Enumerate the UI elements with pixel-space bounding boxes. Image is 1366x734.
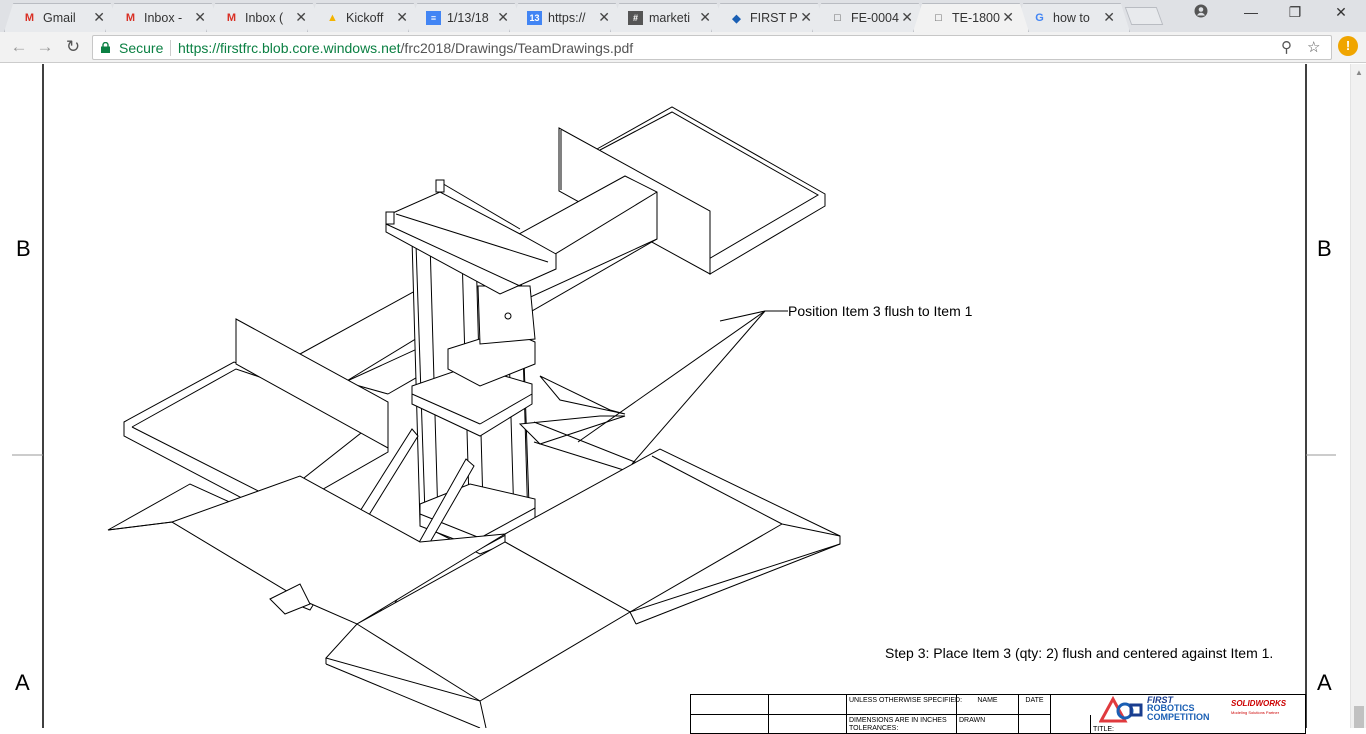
tb-date-header: DATE: [1019, 695, 1051, 715]
assembly-drawing: [12, 64, 1336, 728]
lock-icon: [101, 42, 110, 53]
divider: [170, 40, 171, 56]
browser-tab[interactable]: ▲ Kickoff ✕: [307, 3, 423, 32]
zone-label-a-left: A: [15, 670, 30, 695]
solidworks-tagline: Modeling Solutions Partner: [1231, 710, 1280, 715]
solidworks-logo: SOLIDWORKS: [1231, 699, 1287, 708]
document-icon: □: [834, 12, 841, 24]
pdf-viewport[interactable]: B B A A Position Item 3 flush to Item 1 …: [0, 64, 1366, 734]
zone-label-a-right: A: [1317, 670, 1332, 695]
browser-tab[interactable]: ◆ FIRST P ✕: [711, 3, 827, 32]
tb-dims-text: DIMENSIONS ARE IN INCHES: [849, 717, 947, 724]
close-tab-icon[interactable]: ✕: [93, 9, 105, 26]
tab-title: Kickoff: [346, 11, 384, 25]
first-robotics-logo: FIRST ROBOTICS COMPETITION: [1098, 695, 1229, 725]
scrollbar-thumb[interactable]: [1354, 706, 1364, 728]
close-tab-icon[interactable]: ✕: [1002, 9, 1014, 26]
tab-title: 1/13/18: [447, 11, 489, 25]
close-tab-icon[interactable]: ✕: [194, 9, 206, 26]
vertical-scrollbar[interactable]: ▲: [1350, 64, 1366, 728]
step-note: Step 3: Place Item 3 (qty: 2) flush and …: [885, 645, 1274, 661]
tb-cell-blank: [1051, 715, 1091, 733]
browser-tab[interactable]: □ TE-1800 ✕: [913, 3, 1029, 32]
tb-drawn: DRAWN: [957, 715, 1019, 733]
tab-title: how to: [1053, 11, 1090, 25]
chrome-alert-icon[interactable]: !: [1338, 36, 1358, 56]
browser-tab[interactable]: ≡ 1/13/18 ✕: [408, 3, 524, 32]
browser-tab[interactable]: M Inbox - ✕: [105, 3, 221, 32]
tb-unless: UNLESS OTHERWISE SPECIFIED:: [847, 695, 962, 715]
tab-title: Gmail: [43, 11, 76, 25]
google-icon: G: [1035, 12, 1044, 24]
tab-title: Inbox -: [144, 11, 183, 25]
close-window-button[interactable]: ✕: [1326, 4, 1356, 21]
gmail-icon: M: [125, 12, 136, 24]
close-tab-icon[interactable]: ✕: [1103, 9, 1115, 26]
url-text[interactable]: https://firstfrc.blob.core.windows.net/f…: [178, 40, 633, 56]
close-tab-icon[interactable]: ✕: [497, 9, 509, 26]
tb-tolerances: TOLERANCES:: [849, 725, 899, 732]
browser-toolbar: ← → ↻ Secure https://firstfrc.blob.core.…: [0, 32, 1366, 63]
browser-tab[interactable]: # marketi ✕: [610, 3, 726, 32]
zone-label-b-left: B: [16, 236, 31, 261]
close-tab-icon[interactable]: ✕: [901, 9, 913, 26]
tab-title: marketi: [649, 11, 690, 25]
browser-tab[interactable]: M Gmail ✕: [4, 3, 120, 32]
calendar-icon: 13: [527, 11, 542, 25]
callout-note: Position Item 3 flush to Item 1: [788, 303, 973, 319]
frc-logo-competition: COMPETITION: [1147, 712, 1210, 722]
tb-cell-blank: [1019, 715, 1051, 733]
slack-icon: #: [628, 11, 643, 25]
tb-cell-blank: [691, 695, 769, 715]
tb-dims: DIMENSIONS ARE IN INCHES TOLERANCES:: [847, 715, 957, 733]
tb-cell-blank: [691, 715, 769, 733]
browser-tab[interactable]: □ FE-0004 ✕: [812, 3, 928, 32]
title-block: UNLESS OTHERWISE SPECIFIED: NAME DATE DI…: [690, 694, 1306, 734]
gmail-icon: M: [226, 12, 237, 24]
close-tab-icon[interactable]: ✕: [396, 9, 408, 26]
forward-button[interactable]: →: [34, 37, 56, 59]
browser-tab[interactable]: 13 https:// ✕: [509, 3, 625, 32]
minimize-button[interactable]: —: [1236, 4, 1266, 20]
close-tab-icon[interactable]: ✕: [699, 9, 711, 26]
close-tab-icon[interactable]: ✕: [295, 9, 307, 26]
first-logo-icon: [1098, 695, 1143, 723]
zoom-icon[interactable]: ⚲: [1281, 38, 1292, 56]
address-bar[interactable]: Secure https://firstfrc.blob.core.window…: [92, 35, 1332, 60]
restore-button[interactable]: ❐: [1280, 4, 1310, 21]
zone-label-b-right: B: [1317, 236, 1332, 261]
tb-title: TITLE:: [1093, 726, 1115, 733]
tb-cell-blank: [769, 695, 847, 715]
tb-cell-blank: [769, 715, 847, 733]
url-host: https://firstfrc.blob.core.windows.net: [178, 40, 401, 56]
scroll-up-icon[interactable]: ▲: [1355, 68, 1363, 77]
tab-strip: M Gmail ✕ M Inbox - ✕ M Inbox ( ✕ ▲ Kickoff ✕ ≡ 1/13/…: [0, 0, 1366, 32]
tab-title: FE-0004: [851, 11, 899, 25]
gmail-icon: M: [24, 12, 35, 24]
google-docs-icon: ≡: [426, 11, 441, 25]
profile-icon[interactable]: [1186, 4, 1216, 21]
bookmark-star-icon[interactable]: ☆: [1307, 38, 1320, 56]
close-tab-icon[interactable]: ✕: [598, 9, 610, 26]
browser-tab[interactable]: M Inbox ( ✕: [206, 3, 322, 32]
tab-title: https://: [548, 11, 586, 25]
document-icon: □: [935, 12, 942, 24]
first-logo-icon: ◆: [732, 12, 741, 25]
reload-button[interactable]: ↻: [62, 37, 84, 59]
new-tab-button[interactable]: [1124, 7, 1164, 25]
google-drive-icon: ▲: [327, 12, 338, 24]
tab-title: TE-1800: [952, 11, 1000, 25]
back-button[interactable]: ←: [8, 37, 30, 59]
tab-title: Inbox (: [245, 11, 284, 25]
url-path: /frc2018/Drawings/TeamDrawings.pdf: [400, 40, 634, 56]
tab-title: FIRST P: [750, 11, 798, 25]
secure-label: Secure: [119, 40, 164, 56]
close-tab-icon[interactable]: ✕: [800, 9, 812, 26]
browser-tab[interactable]: Ghow to ✕: [1014, 3, 1130, 32]
tb-name-header: NAME: [957, 695, 1019, 715]
